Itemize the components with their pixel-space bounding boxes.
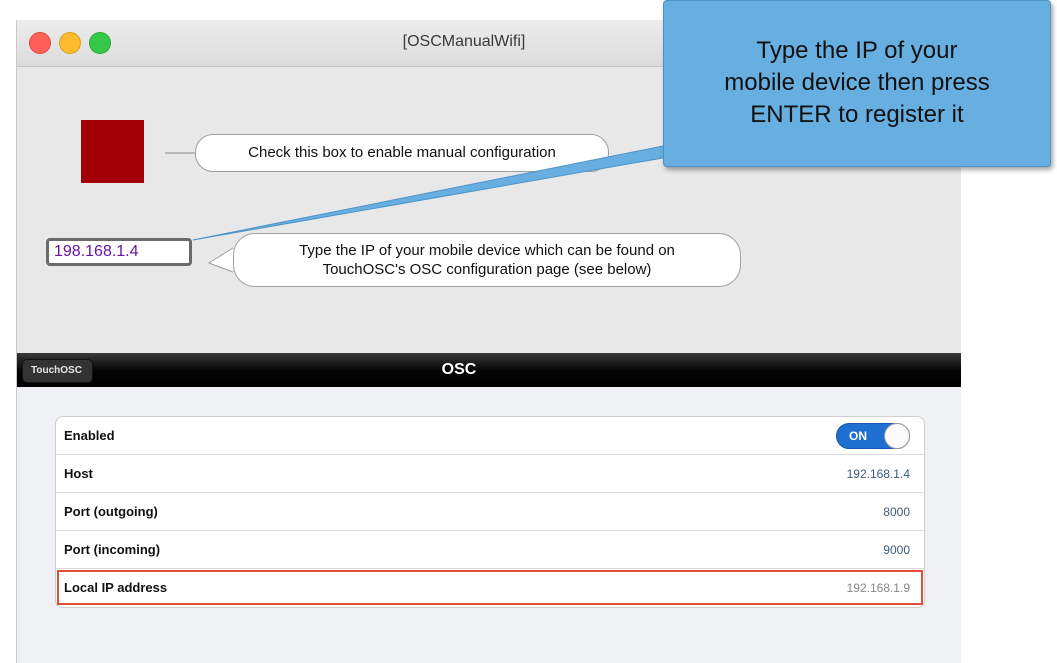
ip-hint-bubble: Type the IP of your mobile device which … [233, 233, 741, 287]
toggle-knob [884, 423, 910, 449]
row-label: Port (incoming) [64, 542, 161, 557]
ip-address-input[interactable]: 198.168.1.4 [46, 238, 192, 266]
ip-hint-line1: Type the IP of your mobile device which … [299, 242, 675, 259]
row-label: Local IP address [64, 580, 168, 595]
touchosc-nav-bar: TouchOSC OSC [17, 353, 961, 387]
osc-page-title: OSC [441, 361, 477, 378]
row-label: Enabled [64, 428, 115, 443]
row-host[interactable]: Host 192.168.1.4 [56, 455, 924, 493]
callout-line2: mobile device then press [724, 69, 990, 96]
row-port-incoming[interactable]: Port (incoming) 9000 [56, 531, 924, 569]
ip-hint-line2: TouchOSC's OSC configuration page (see b… [322, 261, 652, 278]
ip-bubble-pointer [207, 247, 234, 273]
osc-settings-table: Enabled ON Host 192.168.1.4 Port (outgoi… [55, 416, 925, 608]
row-label: Host [64, 466, 93, 481]
checkbox-hint-bubble: Check this box to enable manual configur… [195, 134, 609, 172]
row-port-outgoing[interactable]: Port (outgoing) 8000 [56, 493, 924, 531]
instruction-callout: Type the IP of your mobile device then p… [663, 0, 1051, 167]
callout-line3: ENTER to register it [750, 101, 964, 128]
row-local-ip: Local IP address 192.168.1.9 [56, 569, 924, 606]
row-enabled: Enabled ON [56, 417, 924, 455]
enabled-toggle[interactable]: ON [836, 423, 910, 449]
checkbox-hint-text: Check this box to enable manual configur… [248, 144, 556, 161]
port-outgoing-value: 8000 [883, 505, 910, 519]
host-value: 192.168.1.4 [846, 467, 910, 481]
toggle-state-label: ON [849, 429, 867, 443]
callout-line1: Type the IP of your [756, 37, 958, 64]
local-ip-value: 192.168.1.9 [846, 581, 910, 595]
port-incoming-value: 9000 [883, 543, 910, 557]
manual-config-checkbox[interactable] [81, 120, 144, 183]
row-label: Port (outgoing) [64, 504, 158, 519]
